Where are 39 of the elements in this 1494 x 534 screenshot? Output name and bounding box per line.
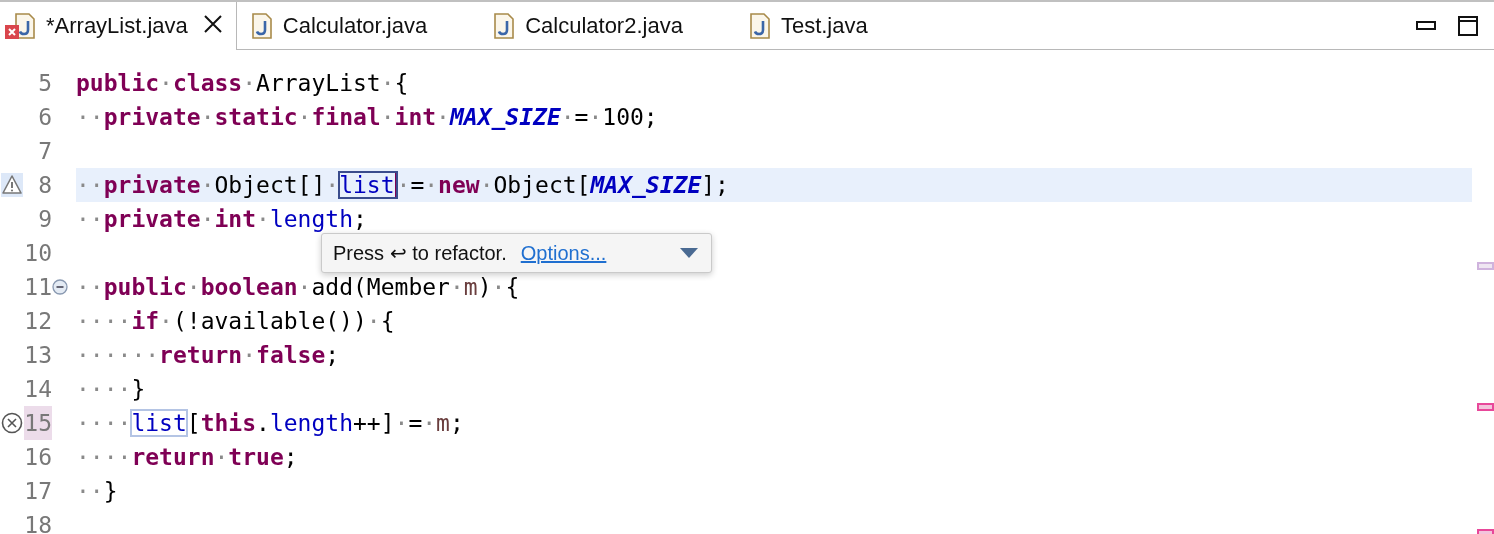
java-file-icon (250, 13, 273, 39)
line-number: 8 (37, 171, 52, 200)
java-file-icon (748, 13, 771, 39)
code-line: ····if·(!available())·{ (76, 307, 396, 336)
line-number: 15 (24, 406, 52, 440)
code-line: ··private·static·final·int·MAX_SIZE·=·100; (76, 103, 659, 132)
java-file-icon (14, 13, 36, 39)
code-line: public·class·ArrayList·{ (76, 69, 410, 98)
line-number: 13 (24, 341, 52, 370)
line-number: 18 (24, 511, 52, 534)
options-link[interactable]: Options... (520, 241, 607, 265)
line-number: 17 (24, 477, 52, 506)
code-line: ····return·true; (76, 443, 299, 472)
line-number: 9 (37, 205, 52, 234)
code-line: ····} (76, 375, 147, 404)
editor-tab[interactable]: Test.java (734, 2, 882, 50)
close-icon[interactable] (203, 15, 222, 33)
code-line: ··} (76, 477, 119, 506)
line-number: 6 (37, 103, 52, 132)
maximize-icon[interactable] (1458, 16, 1478, 36)
editor-tab[interactable]: *ArrayList.java (0, 2, 237, 50)
minimize-icon[interactable] (1416, 21, 1436, 31)
line-number: 5 (37, 69, 52, 98)
editor-tab[interactable]: Calculator2.java (479, 2, 697, 50)
code-line: ··public·boolean·add(Member·m)·{ (76, 273, 521, 302)
line-number: 12 (24, 307, 52, 336)
code-line: ··private·int·length; (76, 205, 368, 234)
line-number: 11 (24, 273, 52, 302)
line-number: 16 (24, 443, 52, 472)
line-number: 14 (24, 375, 52, 404)
code-line: ····list[this.length++]·=·m; (76, 409, 465, 438)
collapse-icon[interactable] (52, 279, 68, 295)
java-file-icon (493, 13, 516, 39)
code-line: ······return·false; (76, 341, 341, 370)
refactor-hint: Press ↩ to refactor. (333, 241, 507, 265)
dropdown-icon[interactable] (679, 247, 699, 259)
line-number: 7 (37, 137, 52, 166)
line-number: 10 (24, 239, 52, 268)
editor-tab[interactable]: Calculator.java (236, 2, 442, 50)
